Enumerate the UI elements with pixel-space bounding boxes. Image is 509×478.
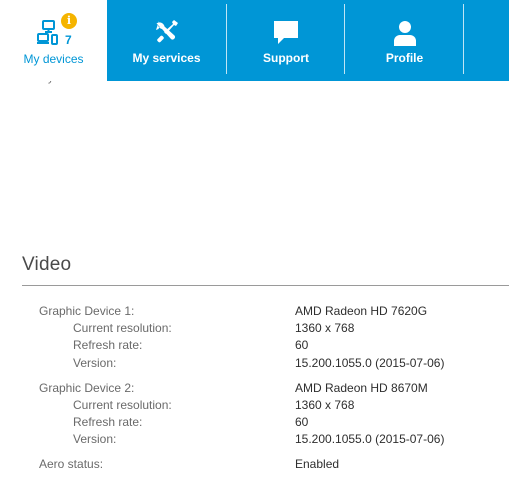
devices-icon xyxy=(37,20,58,45)
nav-label-my-devices: My devices xyxy=(23,52,84,66)
section-title-video: Video xyxy=(22,254,72,275)
refresh-rate-label: Refresh rate: xyxy=(73,338,143,352)
nav-divider xyxy=(463,4,464,74)
version-value: 15.200.1055.0 (2015-07-06) xyxy=(295,432,445,446)
refresh-rate-value: 60 xyxy=(295,415,309,429)
device-count: 7 xyxy=(65,33,72,47)
graphic-device-2-label: Graphic Device 2: xyxy=(39,381,135,395)
refresh-rate-value: 60 xyxy=(295,338,309,352)
current-resolution-value: 1360 x 768 xyxy=(295,398,355,412)
wrench-screwdriver-icon xyxy=(155,20,178,43)
chat-bubble-icon xyxy=(274,21,298,44)
graphic-device-2-value: AMD Radeon HD 8670M xyxy=(295,381,428,395)
nav-label-support: Support xyxy=(263,51,309,65)
nav-label-my-services: My services xyxy=(132,51,201,65)
nav-tab-my-devices[interactable]: i 7 My devices xyxy=(0,0,107,81)
nav-label-profile: Profile xyxy=(385,51,424,65)
version-label: Version: xyxy=(73,432,117,446)
aero-status-value: Enabled xyxy=(295,457,340,471)
current-resolution-label: Current resolution: xyxy=(73,321,172,335)
nav-tab-profile[interactable]: Profile xyxy=(345,0,464,81)
version-value: 15.200.1055.0 (2015-07-06) xyxy=(295,356,445,370)
info-badge-icon: i xyxy=(61,13,77,29)
nav-tab-my-services[interactable]: My services xyxy=(107,0,226,81)
graphic-device-1-label: Graphic Device 1: xyxy=(39,304,135,318)
current-resolution-label: Current resolution: xyxy=(73,398,172,412)
refresh-rate-label: Refresh rate: xyxy=(73,415,143,429)
version-label: Version: xyxy=(73,356,117,370)
section-divider xyxy=(22,285,509,286)
top-nav-bar: i 7 My devices My services Support Profi… xyxy=(0,0,509,81)
person-icon xyxy=(393,21,416,46)
aero-status-label: Aero status: xyxy=(39,457,104,471)
graphic-device-1-value: AMD Radeon HD 7620G xyxy=(295,304,428,318)
nav-tab-support[interactable]: Support xyxy=(227,0,345,81)
current-resolution-value: 1360 x 768 xyxy=(295,321,355,335)
